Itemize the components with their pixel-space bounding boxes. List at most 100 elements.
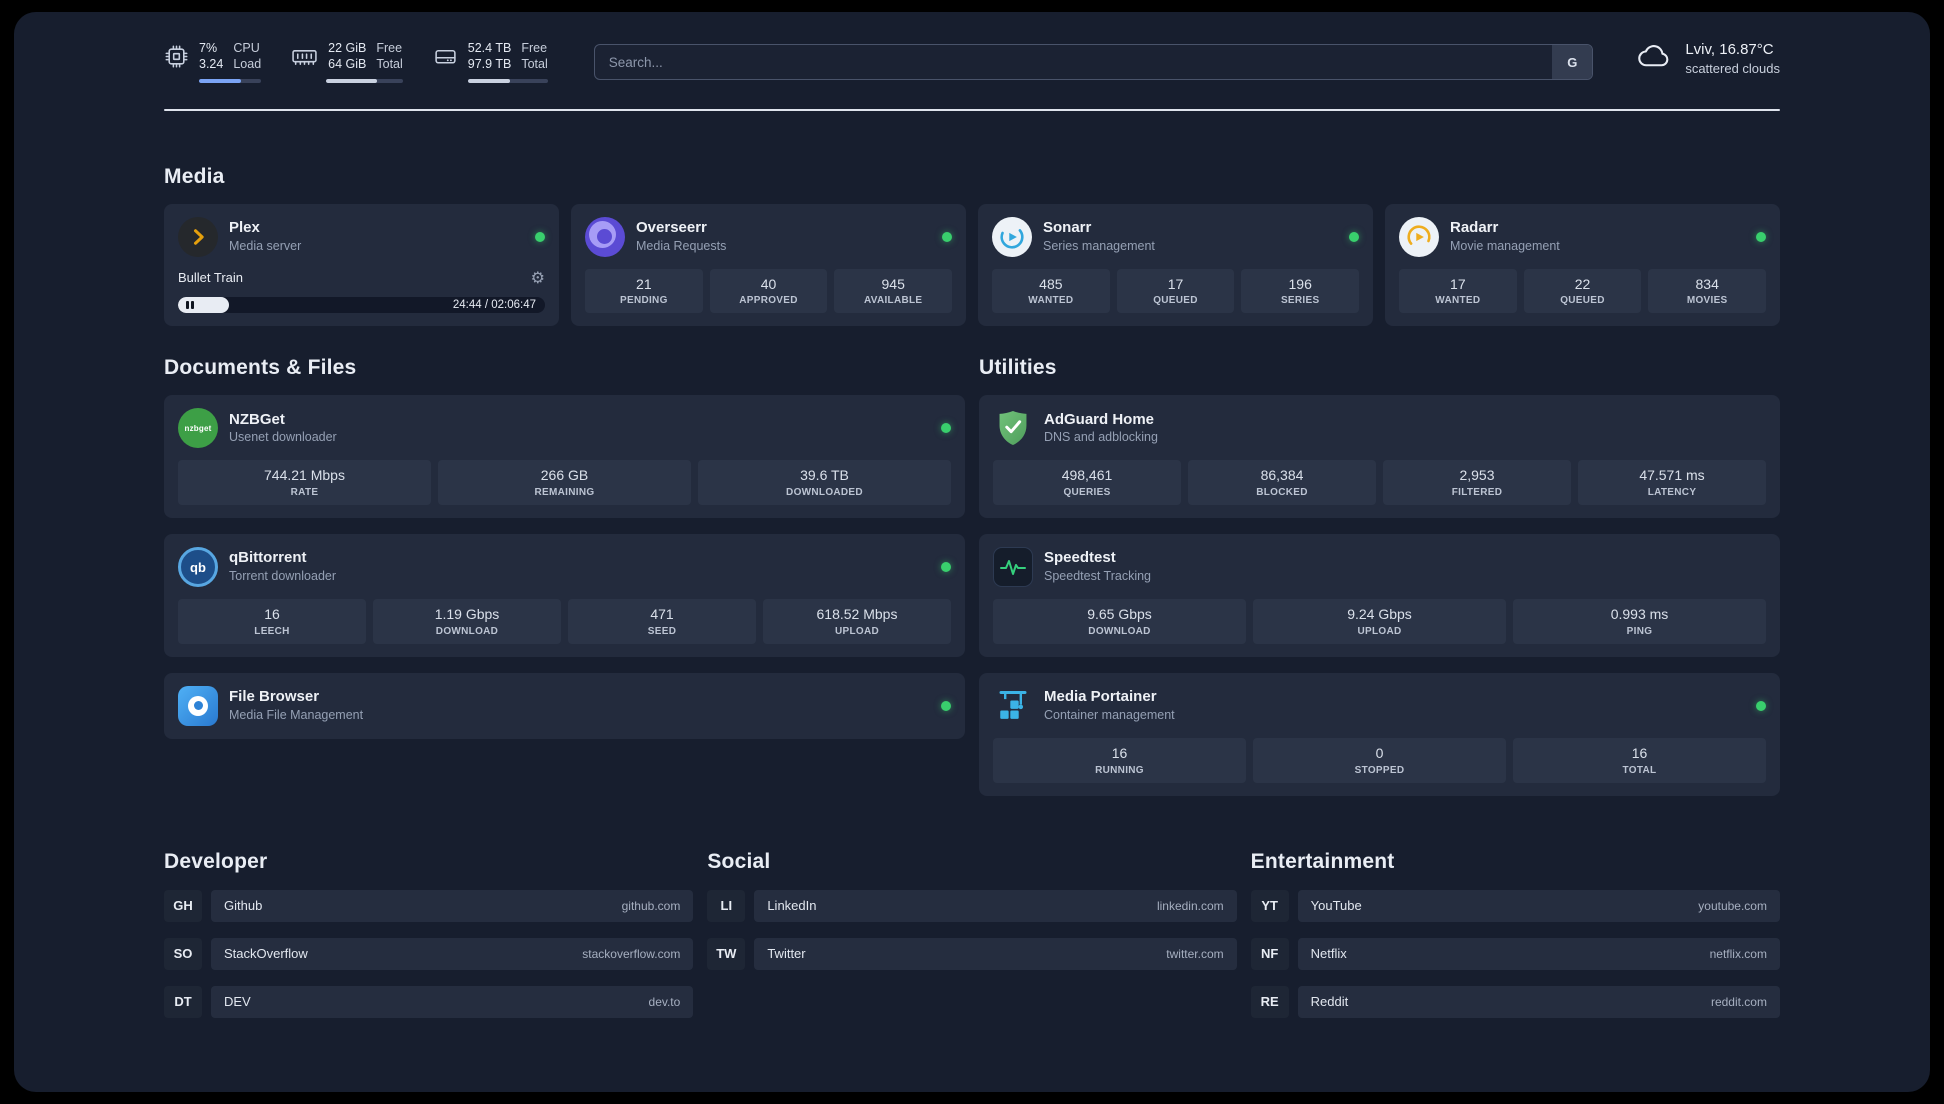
bookmark-name: YouTube [1310, 898, 1362, 914]
app-card-filebrowser[interactable]: File Browser Media File Management [164, 672, 965, 739]
nzbget-icon-text: nzbget [184, 423, 212, 433]
stat-label: QUERIES [1063, 487, 1111, 499]
stat-label: UPLOAD [834, 625, 880, 637]
bookmark-name: Netflix [1310, 946, 1347, 962]
app-card-qbittorrent[interactable]: qb qBittorrent Torrent downloader 16 LEE… [164, 534, 965, 657]
bookmark-body[interactable]: YouTube youtube.com [1297, 889, 1780, 922]
bookmark-dev[interactable]: DT DEV dev.to [164, 985, 694, 1018]
bookmark-name: StackOverflow [224, 946, 308, 962]
bookmark-body[interactable]: LinkedIn linkedin.com [754, 889, 1237, 922]
app-card-nzbget[interactable]: nzbget NZBGet Usenet downloader 744.21 M… [164, 395, 965, 519]
cpu-values: 7% 3.24 [199, 40, 223, 73]
overseerr-swirl-center [597, 228, 612, 244]
app-card-adguard[interactable]: AdGuard Home DNS and adblocking 498,461 … [979, 395, 1780, 519]
status-dot [942, 231, 952, 242]
bookmark-linkedin[interactable]: LI LinkedIn linkedin.com [707, 889, 1237, 922]
stat-value: 21 [636, 275, 652, 292]
bookmark-body[interactable]: StackOverflow stackoverflow.com [211, 937, 694, 970]
app-card-sonarr[interactable]: Sonarr Series management 485 WANTED 17 Q… [978, 203, 1373, 327]
qbittorrent-meta: qBittorrent Torrent downloader [229, 549, 336, 584]
stat-label: TOTAL [1622, 764, 1657, 776]
cpu-usage-bar [199, 78, 262, 83]
bookmark-body[interactable]: Twitter twitter.com [754, 937, 1237, 970]
pause-icon[interactable] [186, 301, 194, 310]
memory-metric: 22 GiB 64 GiB Free Total [291, 40, 403, 83]
bookmark-netflix[interactable]: NF Netflix netflix.com [1250, 937, 1780, 970]
now-playing-title: Bullet Train [178, 270, 244, 286]
bookmark-url: stackoverflow.com [582, 946, 681, 961]
cloud-icon [1635, 41, 1673, 76]
stat-value: 266 GB [540, 467, 589, 484]
stat-downloaded: 39.6 TB DOWNLOADED [698, 460, 951, 506]
adguard-card-header: AdGuard Home DNS and adblocking [993, 408, 1766, 448]
search-engine-button[interactable]: G [1552, 45, 1593, 79]
bookmark-body[interactable]: Github github.com [211, 889, 694, 922]
bookmark-url: youtube.com [1698, 898, 1767, 913]
bookmark-body[interactable]: DEV dev.to [211, 985, 694, 1018]
bookmark-name: Github [224, 898, 263, 914]
app-description: Container management [1044, 707, 1175, 722]
bookmark-reddit[interactable]: RE Reddit reddit.com [1250, 985, 1780, 1018]
bookmark-url: linkedin.com [1156, 898, 1224, 913]
weather-widget[interactable]: Lviv, 16.87°C scattered clouds [1635, 40, 1780, 78]
app-name: AdGuard Home [1044, 410, 1155, 428]
stackoverflow-abbr-icon: SO [164, 937, 202, 970]
stat-queries: 498,461 QUERIES [993, 460, 1181, 506]
sonarr-card-header: Sonarr Series management [992, 216, 1359, 257]
stat-ping: 0.993 ms PING [1513, 599, 1766, 644]
bookmark-body[interactable]: Reddit reddit.com [1297, 985, 1780, 1018]
weather-location: Lviv, 16.87°C [1685, 41, 1774, 58]
bookmark-github[interactable]: GH Github github.com [164, 889, 694, 922]
playback-time: 24:44 / 02:06:47 [452, 299, 536, 312]
bookmark-stackoverflow[interactable]: SO StackOverflow stackoverflow.com [164, 937, 694, 970]
app-card-overseerr[interactable]: Overseerr Media Requests 21 PENDING 40 A… [571, 203, 966, 327]
stat-value: 834 [1695, 275, 1719, 292]
qbittorrent-icon: qb [178, 547, 218, 588]
sonarr-icon [992, 216, 1032, 257]
bookmark-body[interactable]: Netflix netflix.com [1297, 937, 1780, 970]
overseerr-icon [585, 216, 625, 257]
stat-filtered: 2,953 FILTERED [1383, 460, 1571, 506]
app-card-plex[interactable]: Plex Media server Bullet Train ⚙ 24:44 /… [164, 203, 559, 327]
app-card-radarr[interactable]: Radarr Movie management 17 WANTED 22 QUE… [1385, 203, 1780, 327]
app-name: Sonarr [1043, 218, 1092, 236]
bookmark-url: reddit.com [1710, 994, 1767, 1009]
stat-label: DOWNLOAD [435, 625, 499, 637]
stat-remaining: 266 GB REMAINING [438, 460, 691, 506]
section-documents: Documents & Files nzbget NZBGet Usenet d… [164, 356, 965, 795]
app-name: Media Portainer [1044, 688, 1157, 706]
cpu-label-bottom: Load [233, 57, 262, 72]
app-description: Media server [229, 238, 302, 253]
app-name: qBittorrent [229, 549, 307, 567]
app-card-portainer[interactable]: Media Portainer Container management 16 … [979, 672, 1780, 796]
status-dot [941, 562, 951, 573]
stat-label: SERIES [1280, 295, 1320, 307]
qbittorrent-card-header: qb qBittorrent Torrent downloader [178, 547, 951, 588]
nzbget-card-header: nzbget NZBGet Usenet downloader [178, 408, 951, 449]
disk-labels: Free Total [521, 40, 547, 73]
bookmark-youtube[interactable]: YT YouTube youtube.com [1250, 889, 1780, 922]
stat-value: 47.571 ms [1639, 467, 1705, 484]
plex-meta: Plex Media server [229, 219, 301, 254]
stat-label: QUEUED [1560, 295, 1605, 307]
utilities-section-title: Utilities [979, 356, 1057, 380]
playback-progress-row: 24:44 / 02:06:47 [178, 297, 545, 314]
app-name: Plex [229, 218, 260, 236]
youtube-abbr-icon: YT [1250, 889, 1289, 922]
stat-label: PENDING [620, 295, 668, 307]
app-card-speedtest[interactable]: Speedtest Speedtest Tracking 9.65 Gbps D… [979, 534, 1780, 657]
stat-upload: 9.24 Gbps UPLOAD [1253, 599, 1506, 644]
bookmark-name: Twitter [767, 946, 806, 962]
playback-progress-bar[interactable]: 24:44 / 02:06:47 [178, 297, 545, 314]
bookmark-twitter[interactable]: TW Twitter twitter.com [707, 937, 1237, 970]
disk-label-top: Free [521, 41, 548, 55]
topbar-divider [164, 108, 1780, 111]
bookmark-name: DEV [224, 994, 251, 1010]
app-description: Movie management [1450, 238, 1560, 253]
stat-label: DOWNLOAD [1088, 625, 1151, 637]
now-playing-row: Bullet Train ⚙ [178, 269, 545, 286]
section-media: Media Plex Media server Bullet Train ⚙ 2… [164, 165, 1780, 327]
search-input[interactable] [593, 44, 1594, 80]
gear-icon[interactable]: ⚙ [531, 269, 545, 286]
social-links: LI LinkedIn linkedin.com TW Twitter twit… [707, 889, 1237, 970]
